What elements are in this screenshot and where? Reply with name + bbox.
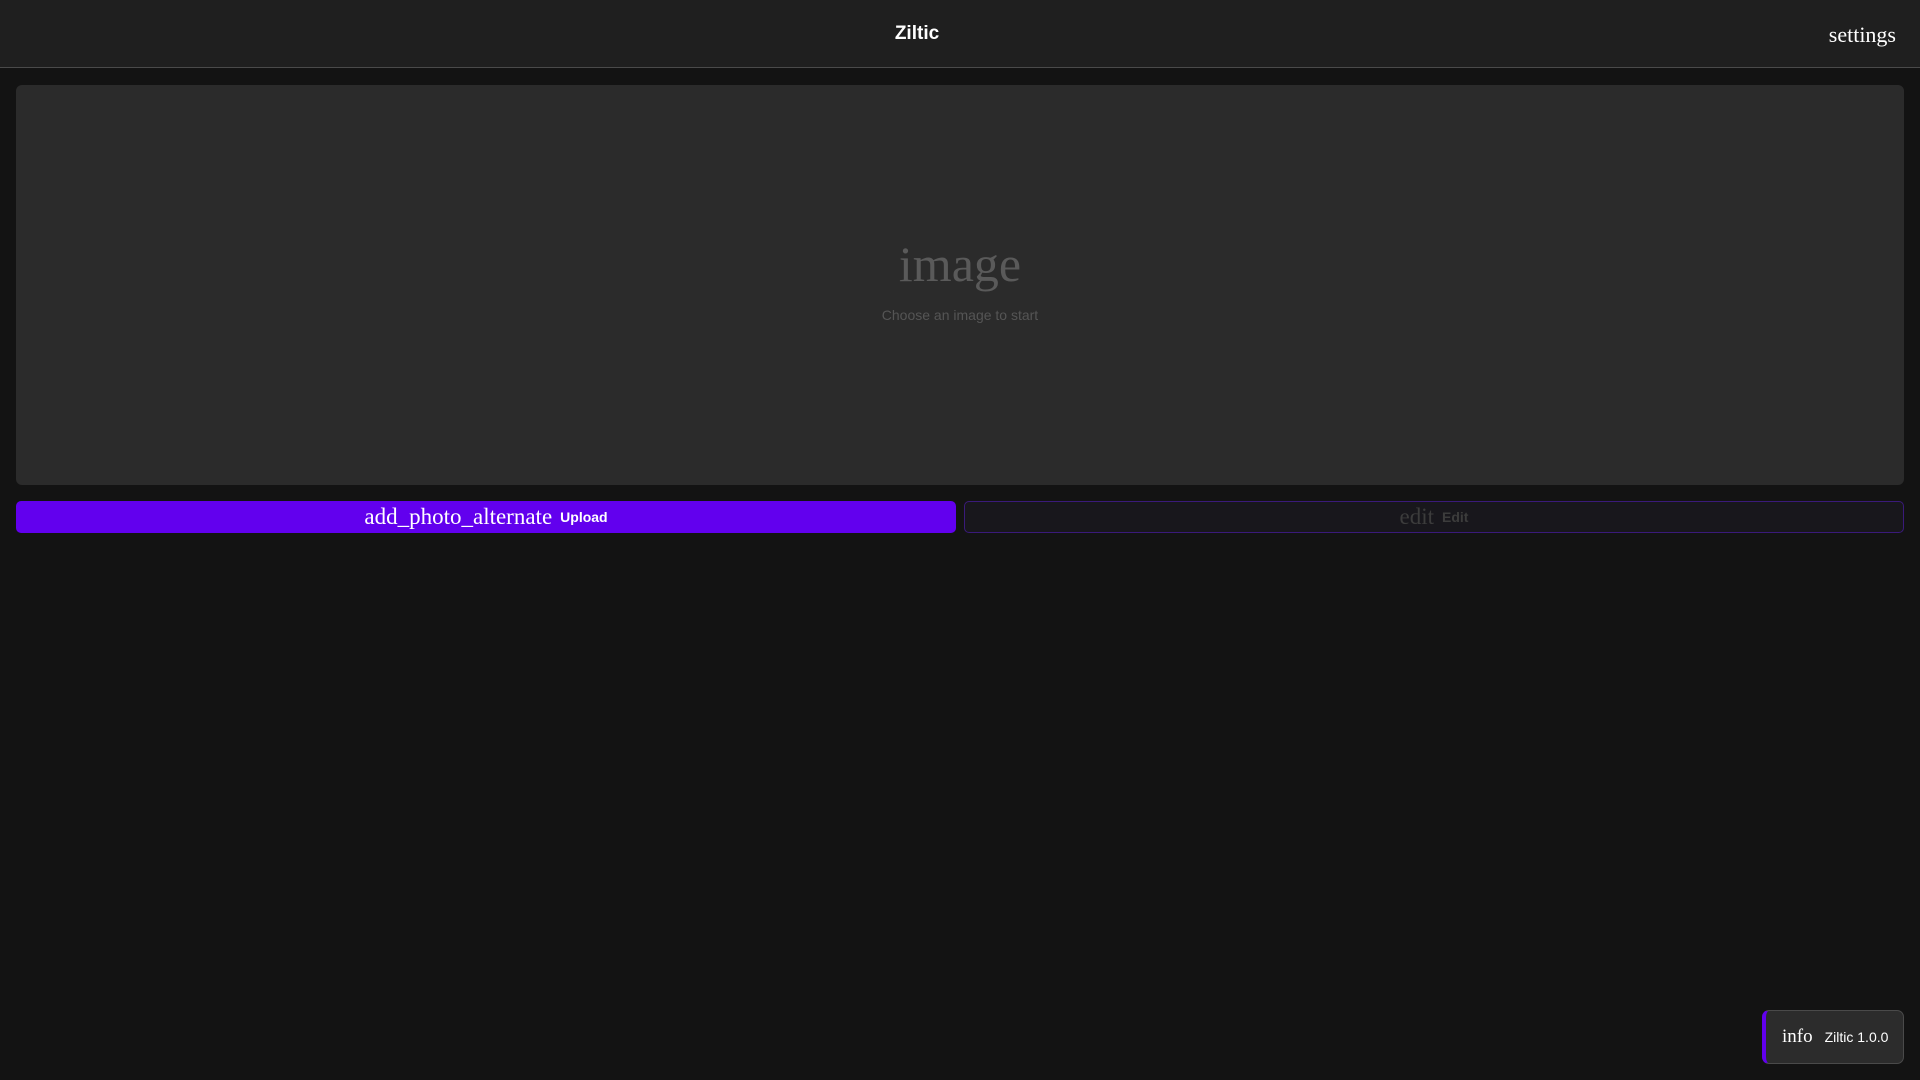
app-title: Ziltic (894, 23, 940, 44)
edit-icon: edit (1399, 504, 1435, 529)
add-photo-icon: add_photo_alternate (364, 504, 553, 529)
version-text: Ziltic 1.0.0 (1824, 1029, 1889, 1045)
info-icon: info (1782, 1026, 1813, 1047)
image-icon: image (898, 236, 1022, 292)
edit-button[interactable]: edit Edit (964, 501, 1904, 533)
upload-button-label: Upload (560, 509, 608, 525)
image-preview-area[interactable]: image Choose an image to start (16, 85, 1904, 485)
settings-icon[interactable]: settings (1829, 0, 1896, 68)
edit-button-label: Edit (1442, 509, 1469, 525)
empty-state-text: Choose an image to start (881, 307, 1039, 323)
top-app-bar: Ziltic settings (0, 0, 1920, 68)
version-snackbar: info Ziltic 1.0.0 (1762, 1010, 1904, 1064)
upload-button[interactable]: add_photo_alternate Upload (16, 501, 956, 533)
